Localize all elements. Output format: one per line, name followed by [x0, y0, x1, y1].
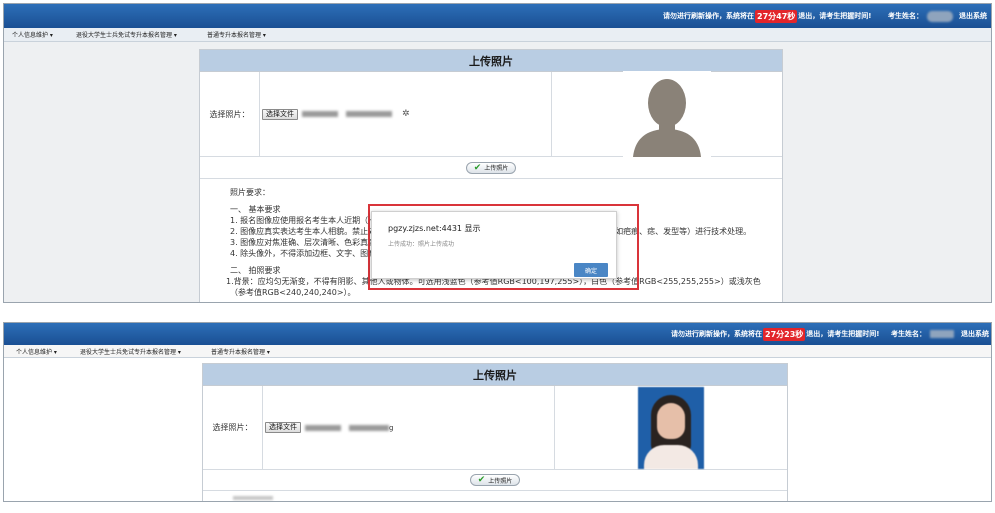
requirements-peek — [233, 496, 273, 500]
countdown-timer: 27分47秒 — [755, 9, 798, 23]
dialog-ok-button[interactable]: 确定 — [574, 263, 608, 277]
student-name: 考生姓名： — [891, 323, 954, 345]
warning-suffix: 退出，请考生把握时间! — [806, 330, 880, 338]
refresh-warning: 请勿进行刷新操作，系统将在 27分47秒 退出，请考生把握时间! — [663, 4, 871, 28]
select-photo-label: 选择照片： — [200, 72, 260, 156]
countdown-timer: 27分23秒 — [763, 327, 806, 341]
student-name-label: 考生姓名： — [888, 12, 923, 20]
placeholder-avatar-icon — [623, 71, 711, 157]
menu-personal-info[interactable]: 个人信息维护 ▾ — [16, 345, 57, 357]
panel-title: 上传照片 — [200, 50, 782, 72]
upload-photo-button[interactable]: ✔ 上传照片 — [469, 474, 521, 486]
menu-bar: 个人信息维护 ▾ 退役大学生士兵免试专升本报名管理 ▾ 普通专升本报名管理 ▾ — [4, 345, 991, 358]
menu-veteran-registration[interactable]: 退役大学生士兵免试专升本报名管理 ▾ — [80, 345, 181, 357]
redacted-filename — [305, 424, 341, 431]
upload-row: 选择照片： 选择文件 ✲ — [200, 71, 782, 157]
file-cell: 选择文件 g — [263, 386, 555, 469]
refresh-warning: 请勿进行刷新操作，系统将在 27分23秒 退出，请考生把握时间! — [671, 323, 879, 345]
warning-text: 请勿进行刷新操作，系统将在 — [663, 12, 754, 20]
upload-button-row: ✔ 上传照片 — [200, 157, 782, 179]
upload-button-label: 上传照片 — [488, 477, 513, 485]
panel-title: 上传照片 — [203, 364, 787, 386]
upload-photo-button[interactable]: ✔ 上传照片 — [465, 161, 517, 174]
dialog-message: 上传成功：照片上传成功 — [388, 241, 455, 248]
redacted-filename-2 — [349, 424, 389, 431]
checkmark-icon: ✔ — [473, 162, 482, 173]
student-name-label: 考生姓名： — [891, 330, 926, 338]
menu-veteran-registration[interactable]: 退役大学生士兵免试专升本报名管理 ▾ — [76, 28, 177, 41]
redacted-filename-2 — [346, 111, 392, 117]
uploaded-portrait — [638, 386, 704, 469]
dialog-title: pgzy.zjzs.net:4431 显示 — [388, 224, 481, 233]
upload-photo-panel: 上传照片 选择照片： 选择文件 g ✔ 上传照片 — [202, 363, 788, 501]
redacted-filename — [302, 111, 338, 117]
redacted-name — [930, 330, 954, 338]
menu-general-registration[interactable]: 普通专升本报名管理 ▾ — [207, 28, 266, 41]
logout-link[interactable]: 退出系统 — [959, 4, 987, 28]
photo-preview — [555, 386, 787, 469]
alert-dialog: pgzy.zjzs.net:4431 显示 上传成功：照片上传成功 确定 — [371, 211, 617, 279]
loading-spinner-icon: ✲ — [402, 109, 410, 119]
top-bar: 请勿进行刷新操作，系统将在 27分23秒 退出，请考生把握时间! 考生姓名： 退… — [4, 323, 991, 345]
top-bar: 请勿进行刷新操作，系统将在 27分47秒 退出，请考生把握时间! 考生姓名： 退… — [4, 4, 991, 28]
filename-suffix: g — [389, 423, 394, 432]
menu-bar: 个人信息维护 ▾ 退役大学生士兵免试专升本报名管理 ▾ 普通专升本报名管理 ▾ — [4, 28, 991, 42]
requirements-heading: 照片要求： — [230, 188, 270, 197]
warning-suffix: 退出，请考生把握时间! — [798, 12, 872, 20]
choose-file-button[interactable]: 选择文件 — [265, 422, 301, 433]
redacted-name — [927, 10, 953, 22]
upload-button-label: 上传照片 — [484, 165, 509, 172]
menu-general-registration[interactable]: 普通专升本报名管理 ▾ — [211, 345, 270, 357]
upload-row: 选择照片： 选择文件 g — [203, 386, 787, 470]
warning-text: 请勿进行刷新操作，系统将在 — [671, 330, 762, 338]
file-cell: 选择文件 ✲ — [260, 72, 552, 156]
screenshot-before-upload: 请勿进行刷新操作，系统将在 27分47秒 退出，请考生把握时间! 考生姓名： 退… — [3, 3, 992, 303]
student-name: 考生姓名： — [888, 4, 953, 28]
menu-personal-info[interactable]: 个人信息维护 ▾ — [12, 28, 53, 41]
logout-link[interactable]: 退出系统 — [961, 323, 989, 345]
checkmark-icon: ✔ — [477, 475, 486, 485]
select-photo-label: 选择照片： — [203, 386, 263, 469]
photo-preview — [552, 71, 782, 157]
choose-file-button[interactable]: 选择文件 — [262, 108, 298, 120]
screenshot-after-upload: 请勿进行刷新操作，系统将在 27分23秒 退出，请考生把握时间! 考生姓名： 退… — [3, 322, 992, 502]
upload-button-row: ✔ 上传照片 — [203, 470, 787, 491]
